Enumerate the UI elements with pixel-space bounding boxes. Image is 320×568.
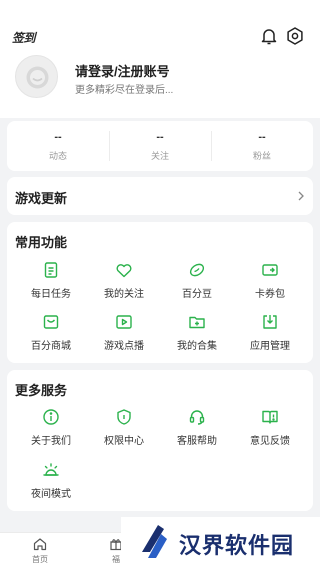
bean-item[interactable]: 百分豆 <box>159 261 235 300</box>
coupon-item[interactable]: 卡券包 <box>232 261 308 300</box>
coupon-label: 卡券包 <box>255 289 285 300</box>
my-follows-label: 我的关注 <box>104 289 144 300</box>
common-functions-card: 常用功能 每日任务 我的关注 百分豆 卡券包 百分商城 游戏点播 我的合集 应用… <box>7 222 313 363</box>
game-update-row[interactable]: 游戏更新 <box>7 177 313 215</box>
permission-center-label: 权限中心 <box>104 436 144 447</box>
app-manage-label: 应用管理 <box>250 341 290 352</box>
gear-icon[interactable] <box>285 26 305 46</box>
about-us-item[interactable]: 关于我们 <box>13 408 89 447</box>
tab-home[interactable]: 首页 <box>20 537 60 565</box>
download-icon <box>261 313 279 331</box>
common-functions-title: 常用功能 <box>15 235 68 250</box>
mall-item[interactable]: 百分商城 <box>13 313 89 352</box>
customer-help-item[interactable]: 客服帮助 <box>159 408 235 447</box>
stats-card: -- 动态 -- 关注 -- 粉丝 <box>7 121 313 171</box>
more-services-card: 更多服务 关于我们 权限中心 客服帮助 意见反馈 夜间模式 <box>7 370 313 511</box>
home-icon <box>33 538 47 551</box>
game-vod-label: 游戏点播 <box>104 341 144 352</box>
watermark-banner: 汉界软件园 <box>121 517 320 568</box>
daily-tasks-label: 每日任务 <box>31 289 71 300</box>
game-vod-item[interactable]: 游戏点播 <box>86 313 162 352</box>
more-services-title: 更多服务 <box>15 383 68 398</box>
mall-icon <box>42 313 60 331</box>
avatar[interactable] <box>15 55 58 98</box>
headset-icon <box>188 408 206 426</box>
bean-label: 百分豆 <box>182 289 212 300</box>
game-update-title: 游戏更新 <box>15 191 68 206</box>
about-us-label: 关于我们 <box>31 436 71 447</box>
feedback-item[interactable]: 意见反馈 <box>232 408 308 447</box>
stat-posts-value: -- <box>54 131 62 143</box>
night-mode-item[interactable]: 夜间模式 <box>13 461 89 500</box>
feedback-icon <box>261 408 279 426</box>
bean-icon <box>188 261 206 279</box>
coupon-icon <box>261 261 279 279</box>
stat-following[interactable]: -- 关注 <box>109 121 211 171</box>
feedback-label: 意见反馈 <box>250 436 290 447</box>
my-follows-item[interactable]: 我的关注 <box>86 261 162 300</box>
bell-icon[interactable] <box>259 26 279 46</box>
stat-following-value: -- <box>156 131 164 143</box>
app-manage-item[interactable]: 应用管理 <box>232 313 308 352</box>
shield-icon <box>115 408 133 426</box>
stat-fans-value: -- <box>258 131 266 143</box>
mall-label: 百分商城 <box>31 341 71 352</box>
daily-tasks-item[interactable]: 每日任务 <box>13 261 89 300</box>
info-icon <box>42 408 60 426</box>
play-icon <box>115 313 133 331</box>
profile-header: 签到 请登录/注册账号 更多精彩尽在登录后... <box>0 0 320 118</box>
stat-fans-label: 粉丝 <box>252 151 271 161</box>
customer-help-label: 客服帮助 <box>177 436 217 447</box>
stat-following-label: 关注 <box>150 151 169 161</box>
stat-posts-label: 动态 <box>48 151 67 161</box>
task-icon <box>42 261 60 279</box>
permission-center-item[interactable]: 权限中心 <box>86 408 162 447</box>
collection-item[interactable]: 我的合集 <box>159 313 235 352</box>
login-title[interactable]: 请登录/注册账号 <box>75 61 170 80</box>
stat-posts[interactable]: -- 动态 <box>7 121 109 171</box>
collection-label: 我的合集 <box>177 341 217 352</box>
stat-fans[interactable]: -- 粉丝 <box>211 121 313 171</box>
watermark-text: 汉界软件园 <box>179 533 295 558</box>
folder-icon <box>188 313 206 331</box>
heart-icon <box>115 261 133 279</box>
night-icon <box>42 461 60 479</box>
tab-home-label: 首页 <box>32 555 48 564</box>
signin-button[interactable]: 签到 <box>12 29 36 46</box>
login-subtitle: 更多精彩尽在登录后... <box>75 85 174 96</box>
watermark-logo <box>142 525 167 558</box>
chevron-right-icon <box>298 191 304 201</box>
night-mode-label: 夜间模式 <box>31 489 71 500</box>
